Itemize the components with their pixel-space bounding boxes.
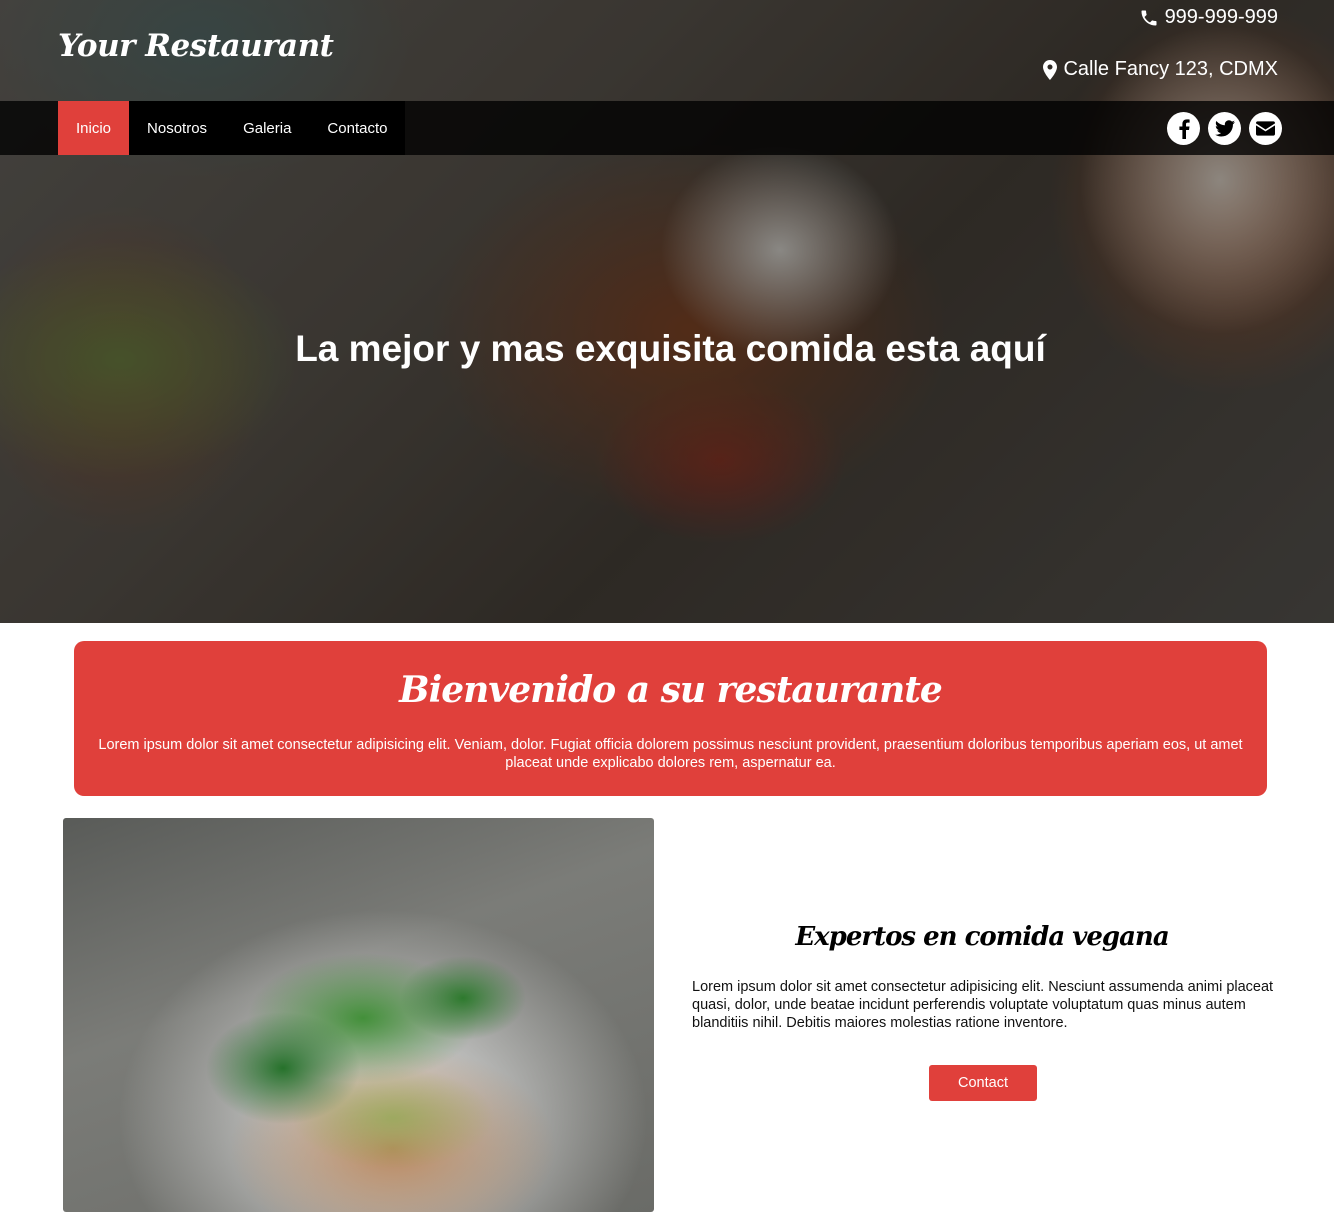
navbar: Inicio Nosotros Galeria Contacto (0, 101, 1334, 155)
contact-button[interactable]: Contact (929, 1065, 1037, 1101)
twitter-icon[interactable] (1208, 112, 1241, 145)
facebook-icon[interactable] (1167, 112, 1200, 145)
feature-text: Lorem ipsum dolor sit amet consectetur a… (692, 979, 1274, 1031)
address-text: Calle Fancy 123, CDMX (1063, 58, 1278, 80)
nav-menu: Inicio Nosotros Galeria Contacto (58, 101, 406, 155)
envelope-icon[interactable] (1249, 112, 1282, 145)
hero-title: La mejor y mas exquisita comida esta aqu… (295, 328, 1046, 369)
welcome-text: Lorem ipsum dolor sit amet consectetur a… (98, 737, 1243, 771)
vegan-toast-image (63, 818, 654, 1212)
map-marker-icon (1043, 59, 1058, 80)
feature-title: Expertos en comida vegana (795, 922, 1169, 952)
social-links (1167, 112, 1282, 145)
nav-item-galeria[interactable]: Galeria (225, 101, 309, 155)
hero-section: Your Restaurant 999-999-999 Calle Fancy … (0, 0, 1334, 623)
address-contact: Calle Fancy 123, CDMX (1043, 58, 1278, 81)
welcome-card: Bienvenido a su restaurante Lorem ipsum … (74, 641, 1267, 796)
phone-contact[interactable]: 999-999-999 (1139, 6, 1278, 29)
phone-number: 999-999-999 (1164, 6, 1278, 28)
phone-icon (1139, 8, 1159, 28)
nav-item-nosotros[interactable]: Nosotros (129, 101, 225, 155)
nav-item-inicio[interactable]: Inicio (58, 101, 130, 155)
nav-item-contacto[interactable]: Contacto (309, 101, 405, 155)
welcome-title: Bienvenido a su restaurante (399, 669, 943, 711)
brand-logo[interactable]: Your Restaurant (58, 28, 334, 64)
